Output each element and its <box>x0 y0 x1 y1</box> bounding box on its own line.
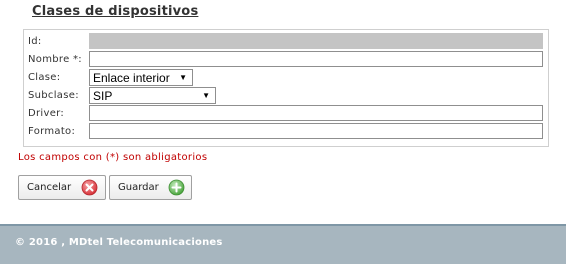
class-label: Clase: <box>28 72 61 83</box>
format-label: Formato: <box>28 126 76 137</box>
driver-row: Driver: <box>24 105 548 123</box>
id-field <box>89 33 543 49</box>
id-label: Id: <box>28 36 42 47</box>
name-row: Nombre *: <box>24 51 548 69</box>
class-row: Clase: Enlace interior ▼ <box>24 69 548 87</box>
cancel-button[interactable]: Cancelar <box>18 175 106 200</box>
driver-label: Driver: <box>28 108 65 119</box>
dropdown-arrow-icon: ▼ <box>202 91 210 100</box>
class-select[interactable]: Enlace interior ▼ <box>89 69 193 86</box>
device-class-form: Id: Nombre *: Clase: Enlace interior ▼ S… <box>23 29 549 147</box>
id-row: Id: <box>24 33 548 51</box>
required-fields-note: Los campos con (*) son abligatorios <box>18 152 208 163</box>
driver-field[interactable] <box>89 105 543 121</box>
dropdown-arrow-icon: ▼ <box>179 73 187 82</box>
name-label: Nombre *: <box>28 54 82 65</box>
footer-copyright: © 2016 , MDtel Telecomunicaciones <box>15 237 223 248</box>
save-button[interactable]: Guardar <box>109 175 192 200</box>
page-title: Clases de dispositivos <box>32 4 199 19</box>
format-field[interactable] <box>89 123 543 139</box>
cancel-button-label: Cancelar <box>27 182 72 193</box>
class-select-value: Enlace interior <box>93 71 170 85</box>
save-button-label: Guardar <box>118 182 159 193</box>
footer: © 2016 , MDtel Telecomunicaciones <box>0 224 566 264</box>
add-plus-icon <box>168 179 185 196</box>
cancel-x-icon <box>81 179 98 196</box>
subclass-row: Subclase: SIP ▼ <box>24 87 548 105</box>
subclass-select-value: SIP <box>93 89 113 103</box>
format-row: Formato: <box>24 123 548 141</box>
subclass-select[interactable]: SIP ▼ <box>89 87 216 104</box>
name-field[interactable] <box>89 51 543 67</box>
subclass-label: Subclase: <box>28 90 79 101</box>
